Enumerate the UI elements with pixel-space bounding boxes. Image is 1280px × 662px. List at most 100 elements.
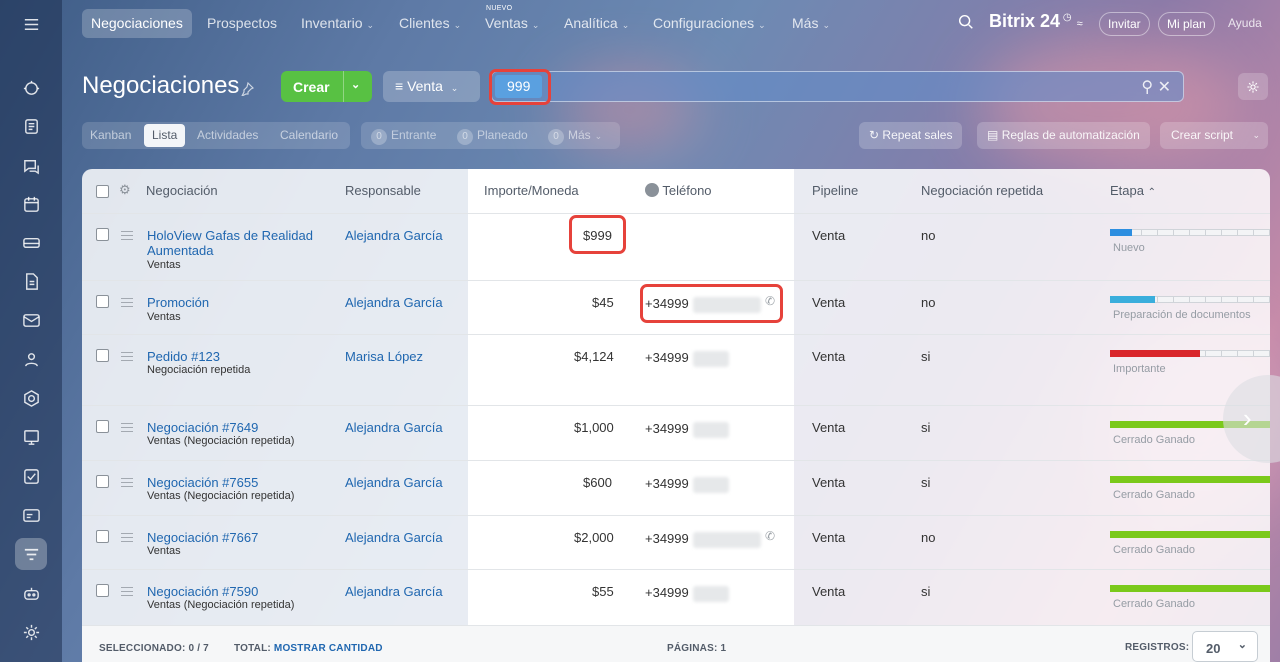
search-icon[interactable]: ⚲	[1141, 79, 1153, 96]
responsible-link[interactable]: Alejandra García	[345, 584, 443, 599]
row-menu-icon[interactable]	[121, 423, 133, 432]
phone-value[interactable]: +34999	[645, 421, 689, 436]
deal-title-link[interactable]: Negociación #7667	[147, 530, 258, 545]
row-checkbox[interactable]	[96, 530, 109, 543]
deal-title-link[interactable]: HoloView Gafas de Realidad	[147, 228, 313, 243]
help-link[interactable]: Ayuda	[1228, 9, 1262, 38]
search-icon[interactable]	[957, 13, 979, 35]
stage-progress[interactable]	[1110, 296, 1270, 303]
deal-title-link[interactable]: Pedido #123	[147, 349, 220, 364]
row-menu-icon[interactable]	[121, 478, 133, 487]
search-value-chip[interactable]: 999	[495, 75, 543, 98]
select-all-checkbox[interactable]	[96, 185, 109, 198]
responsible-link[interactable]: Marisa López	[345, 349, 423, 364]
sites-icon[interactable]	[15, 421, 47, 453]
responsible-link[interactable]: Alejandra García	[345, 420, 443, 435]
create-script-button[interactable]: Crear script ⌄	[1160, 122, 1268, 149]
row-menu-icon[interactable]	[121, 533, 133, 542]
deal-title-link[interactable]: Aumentada	[147, 243, 214, 258]
tab-actividades[interactable]: Actividades	[197, 122, 258, 149]
menu-icon[interactable]	[15, 8, 47, 40]
stage-progress[interactable]	[1110, 350, 1270, 357]
my-plan-button[interactable]: Mi plan	[1158, 12, 1215, 36]
pipeline-selector[interactable]: ≡ Venta ⌄	[383, 71, 480, 102]
contacts-icon[interactable]	[15, 343, 47, 375]
responsible-link[interactable]: Alejandra García	[345, 530, 443, 545]
hexagon-icon[interactable]	[15, 382, 47, 414]
records-per-page-select[interactable]: 20 ⌄	[1192, 631, 1258, 662]
phone-value[interactable]: +34999	[645, 350, 689, 365]
deal-title-link[interactable]: Negociación #7649	[147, 420, 258, 435]
nav-analitica[interactable]: Analítica ⌄	[564, 9, 629, 38]
deal-title-link[interactable]: Negociación #7590	[147, 584, 258, 599]
call-icon[interactable]: ✆	[765, 529, 775, 543]
row-menu-icon[interactable]	[121, 352, 133, 361]
deal-title-link[interactable]: Promoción	[147, 295, 209, 310]
robot-icon[interactable]	[15, 577, 47, 609]
tab-lista[interactable]: Lista	[144, 124, 186, 147]
nav-mas[interactable]: Más ⌄	[792, 9, 830, 38]
nav-ventas[interactable]: Ventas ⌄	[485, 9, 539, 38]
counter-planeado[interactable]: 0 Planeado	[457, 122, 528, 149]
nav-prospectos[interactable]: Prospectos	[207, 9, 277, 38]
pin-icon[interactable]	[240, 81, 255, 98]
card-icon[interactable]	[15, 499, 47, 531]
phone-value[interactable]: +34999	[645, 585, 689, 600]
row-menu-icon[interactable]	[121, 231, 133, 240]
feed-icon[interactable]	[15, 110, 47, 142]
close-icon[interactable]: ✕	[1158, 79, 1171, 96]
tab-kanban[interactable]: Kanban	[90, 122, 131, 149]
row-checkbox[interactable]	[96, 584, 109, 597]
col-negociacion-repetida[interactable]: Negociación repetida	[921, 183, 1043, 198]
row-menu-icon[interactable]	[121, 298, 133, 307]
col-telefono[interactable]: Teléfono	[645, 183, 712, 198]
stage-progress[interactable]	[1110, 585, 1270, 592]
tab-calendario[interactable]: Calendario	[280, 122, 338, 149]
responsible-link[interactable]: Alejandra García	[345, 475, 443, 490]
lightbulb-icon[interactable]	[15, 72, 47, 104]
col-etapa[interactable]: Etapa ⌃	[1110, 183, 1156, 198]
row-checkbox[interactable]	[96, 349, 109, 362]
invite-button[interactable]: Invitar	[1099, 12, 1150, 36]
show-total-link[interactable]: MOSTRAR CANTIDAD	[274, 643, 383, 654]
create-button[interactable]: Crear ⌄	[281, 71, 372, 102]
row-checkbox[interactable]	[96, 295, 109, 308]
gear-icon[interactable]	[1238, 73, 1268, 100]
chevron-down-icon[interactable]: ⌄	[351, 78, 360, 91]
nav-configuraciones[interactable]: Configuraciones ⌄	[653, 9, 766, 38]
mail-icon[interactable]	[15, 304, 47, 336]
phone-value[interactable]: +34999	[645, 476, 689, 491]
col-pipeline[interactable]: Pipeline	[812, 183, 858, 198]
row-checkbox[interactable]	[96, 228, 109, 241]
deal-title-link[interactable]: Negociación #7655	[147, 475, 258, 490]
repeat-sales-button[interactable]: ↻ Repeat sales	[859, 122, 963, 149]
nav-inventario[interactable]: Inventario ⌄	[301, 9, 374, 38]
stage-progress[interactable]	[1110, 476, 1270, 483]
automation-rules-button[interactable]: ▤ Reglas de automatización	[977, 122, 1150, 149]
phone-value[interactable]: +34999	[645, 531, 689, 546]
col-importe[interactable]: Importe/Moneda	[484, 183, 579, 198]
nav-negociaciones[interactable]: Negociaciones	[82, 9, 192, 38]
crm-funnel-icon[interactable]	[15, 538, 47, 570]
stage-progress[interactable]	[1110, 531, 1270, 538]
row-checkbox[interactable]	[96, 475, 109, 488]
filter-search-bar[interactable]: 999 ⚲ ✕	[491, 71, 1184, 102]
col-responsable[interactable]: Responsable	[345, 183, 421, 198]
tasks-icon[interactable]	[15, 460, 47, 492]
stage-progress[interactable]	[1110, 229, 1270, 236]
calendar-icon[interactable]	[15, 188, 47, 220]
responsible-link[interactable]: Alejandra García	[345, 228, 443, 243]
row-menu-icon[interactable]	[121, 587, 133, 596]
chevron-down-icon[interactable]: ⌄	[1252, 122, 1260, 149]
counter-entrante[interactable]: 0 Entrante	[371, 122, 436, 149]
row-checkbox[interactable]	[96, 420, 109, 433]
call-icon[interactable]: ✆	[765, 294, 775, 308]
phone-value[interactable]: +34999	[645, 296, 689, 311]
drive-icon[interactable]	[15, 226, 47, 258]
documents-icon[interactable]	[15, 265, 47, 297]
col-negociacion[interactable]: Negociación	[146, 183, 218, 198]
chat-icon[interactable]	[15, 149, 47, 181]
gear-icon[interactable]: ⚙	[119, 182, 131, 198]
responsible-link[interactable]: Alejandra García	[345, 295, 443, 310]
settings-icon[interactable]	[15, 616, 47, 648]
